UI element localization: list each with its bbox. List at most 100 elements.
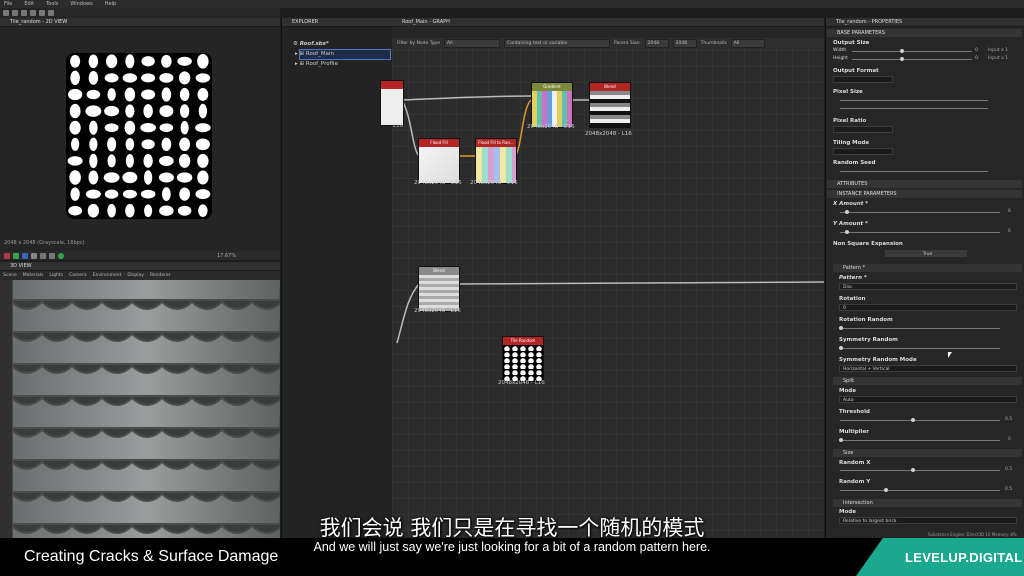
package-item[interactable]: ⚙ Roof.sbs* bbox=[293, 41, 329, 47]
non-square-expansion-toggle[interactable]: True bbox=[885, 250, 967, 257]
random-x-slider[interactable] bbox=[840, 470, 1000, 471]
view3d-menu-lights[interactable]: Lights bbox=[49, 271, 63, 280]
random-x-slider-handle[interactable] bbox=[911, 468, 915, 472]
explorer-panel: EXPLORER bbox=[281, 18, 392, 538]
menu-file[interactable]: File bbox=[4, 0, 12, 8]
undo-icon[interactable] bbox=[39, 10, 45, 16]
y-amount-value[interactable]: 6 bbox=[1008, 229, 1011, 234]
size-select[interactable]: 2048 bbox=[672, 38, 697, 48]
width-slider-handle[interactable] bbox=[900, 49, 904, 53]
node-thumbnail bbox=[532, 91, 572, 127]
tiling-mode-select[interactable] bbox=[833, 148, 893, 155]
random-y-slider[interactable] bbox=[840, 490, 1000, 491]
width-slider[interactable] bbox=[852, 51, 972, 52]
section-instance-parameters[interactable]: INSTANCE PARAMETERS bbox=[827, 190, 1022, 198]
group-split[interactable]: Split bbox=[833, 377, 1022, 385]
filter-node-type-select[interactable]: All bbox=[444, 38, 501, 48]
rotation-random-slider[interactable] bbox=[840, 328, 1000, 329]
tiling-icon[interactable] bbox=[40, 252, 46, 259]
view3d-menu-environment[interactable]: Environment bbox=[93, 271, 122, 280]
x-amount-slider[interactable] bbox=[840, 212, 1000, 213]
width-relative[interactable]: Input x 1 bbox=[988, 48, 1008, 53]
redo-icon[interactable] bbox=[48, 10, 54, 16]
graph-node-input[interactable] bbox=[380, 80, 404, 126]
texture-ellipse bbox=[140, 189, 156, 199]
rotation-random-slider-handle[interactable] bbox=[839, 326, 843, 330]
graph-node-flood-fill[interactable]: Flood Fill bbox=[418, 138, 460, 184]
threshold-slider-handle[interactable] bbox=[911, 418, 915, 422]
multiplier-slider[interactable] bbox=[840, 440, 1000, 441]
channel-red-icon[interactable] bbox=[4, 252, 10, 259]
pixel-size-slider[interactable] bbox=[840, 100, 988, 101]
random-x-value[interactable]: 0.5 bbox=[1005, 467, 1012, 472]
multiplier-slider-handle[interactable] bbox=[839, 438, 843, 442]
threshold-slider[interactable] bbox=[840, 420, 1000, 421]
x-amount-slider-handle[interactable] bbox=[845, 210, 849, 214]
tree-item-roof-main[interactable]: ▸ ⊞ Roof_Main bbox=[295, 51, 334, 57]
new-icon[interactable] bbox=[3, 10, 9, 16]
mode-select[interactable]: Auto bbox=[839, 396, 1017, 403]
multiplier-value[interactable]: 0 bbox=[1008, 437, 1011, 442]
pattern-select[interactable]: Disc bbox=[839, 283, 1017, 290]
pixel-size-slider-2[interactable] bbox=[840, 108, 988, 109]
tree-item-roof-profile[interactable]: ▸ ⊞ Roof_Profile bbox=[295, 61, 338, 67]
threshold-value[interactable]: 0.5 bbox=[1005, 417, 1012, 422]
graph-node-blend-bottom[interactable]: Blend bbox=[418, 266, 460, 312]
texture-ellipse bbox=[141, 56, 155, 67]
symmetry-random-mode-select[interactable]: Horizontal + Vertical bbox=[839, 365, 1017, 372]
channel-green-icon[interactable] bbox=[13, 252, 19, 259]
y-amount-slider-handle[interactable] bbox=[845, 230, 849, 234]
parent-size-select[interactable]: 2048 bbox=[644, 38, 669, 48]
random-seed-slider[interactable] bbox=[840, 171, 988, 172]
height-value[interactable]: 0 bbox=[975, 56, 978, 61]
graph-node-flood-fill-to-random[interactable]: Flood Fill to Ran... bbox=[475, 138, 517, 184]
symmetry-random-slider-handle[interactable] bbox=[839, 346, 843, 350]
random-y-value[interactable]: 0.5 bbox=[1005, 487, 1012, 492]
menu-tools[interactable]: Tools bbox=[46, 0, 58, 8]
menu-help[interactable]: Help bbox=[105, 0, 116, 8]
graph-node-tile-random[interactable]: Tile Random bbox=[502, 336, 544, 382]
view-2d-status: 2048 x 2048 (Grayscale, 16bpc) bbox=[4, 240, 85, 246]
package-icon: ⚙ bbox=[293, 41, 298, 47]
symmetry-random-slider[interactable] bbox=[840, 348, 1000, 349]
height-relative[interactable]: Input x 1 bbox=[988, 56, 1008, 61]
width-value[interactable]: 0 bbox=[975, 48, 978, 53]
graph-node-gradient[interactable]: Gradient bbox=[531, 82, 573, 128]
pixel-ratio-select[interactable] bbox=[833, 126, 893, 133]
thumbnails-select[interactable]: All bbox=[730, 38, 765, 48]
height-slider[interactable] bbox=[852, 59, 972, 60]
rotation-select[interactable]: 0 bbox=[839, 304, 1017, 311]
save-icon[interactable] bbox=[21, 10, 27, 16]
random-y-slider-handle[interactable] bbox=[884, 488, 888, 492]
view3d-menu-camera[interactable]: Camera bbox=[69, 271, 87, 280]
view3d-menu-materials[interactable]: Materials bbox=[23, 271, 44, 280]
histogram-icon[interactable] bbox=[49, 252, 55, 259]
channel-blue-icon[interactable] bbox=[22, 252, 28, 259]
zoom-level[interactable]: 17.67% bbox=[217, 253, 236, 259]
graph-node-blend-top[interactable]: Blend bbox=[589, 82, 631, 128]
texture-ellipse bbox=[159, 155, 174, 166]
x-amount-value[interactable]: 6 bbox=[1008, 209, 1011, 214]
menu-windows[interactable]: Windows bbox=[70, 0, 92, 8]
group-intersection[interactable]: Intersection bbox=[833, 499, 1022, 507]
y-amount-slider[interactable] bbox=[840, 232, 1000, 233]
channel-alpha-icon[interactable] bbox=[31, 252, 37, 259]
view3d-menu-scene[interactable]: Scene bbox=[3, 271, 17, 280]
filter-text-input[interactable]: Containing text or variable bbox=[504, 38, 611, 48]
height-slider-handle[interactable] bbox=[900, 57, 904, 61]
view3d-menu-renderer[interactable]: Renderer bbox=[150, 271, 171, 280]
texture-ellipse bbox=[104, 123, 119, 133]
menu-edit[interactable]: Edit bbox=[24, 0, 34, 8]
texture-ellipse bbox=[70, 70, 80, 86]
group-size[interactable]: Size bbox=[833, 449, 1022, 457]
roof-tile-3d-render[interactable] bbox=[12, 280, 280, 538]
view3d-menu-display[interactable]: Display bbox=[127, 271, 144, 280]
output-format-select[interactable] bbox=[833, 76, 893, 83]
node-header: Tile Random bbox=[503, 337, 543, 345]
import-icon[interactable] bbox=[30, 10, 36, 16]
section-base-parameters[interactable]: BASE PARAMETERS bbox=[827, 29, 1022, 37]
group-pattern[interactable]: Pattern * bbox=[833, 264, 1022, 272]
open-icon[interactable] bbox=[12, 10, 18, 16]
texture-ellipse bbox=[197, 153, 209, 168]
section-attributes[interactable]: ATTRIBUTES bbox=[827, 180, 1022, 188]
